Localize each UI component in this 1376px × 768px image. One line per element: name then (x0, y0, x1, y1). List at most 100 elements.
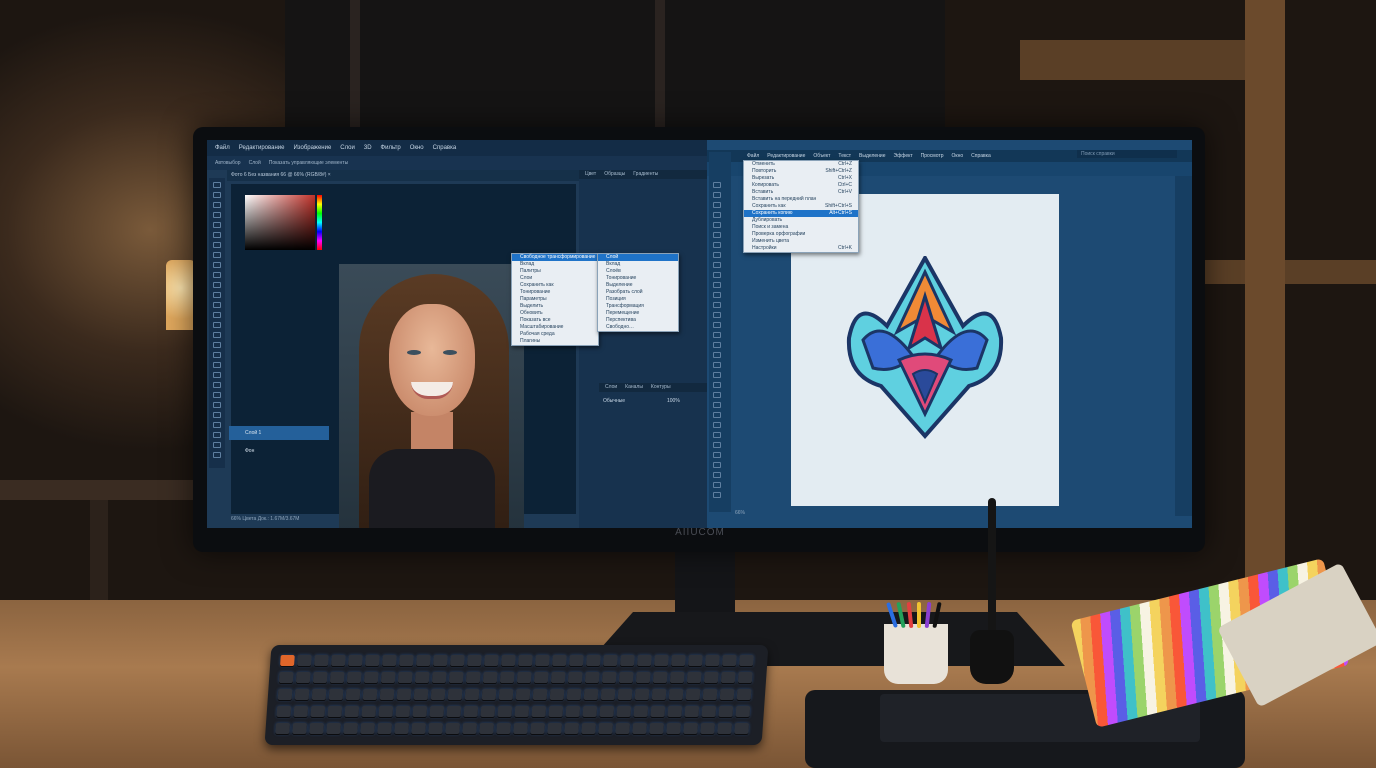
menu-item[interactable]: Окно (410, 145, 424, 151)
hue-slider[interactable] (317, 195, 322, 250)
tool-icon[interactable] (213, 232, 221, 238)
tool-icon[interactable] (713, 352, 721, 358)
menu-item[interactable]: Позиция (598, 296, 678, 303)
menu-item[interactable]: Объект (813, 153, 830, 159)
menu-item[interactable]: Рабочая среда (512, 331, 598, 338)
tool-icon[interactable] (713, 192, 721, 198)
menu-item[interactable]: Выделение (598, 282, 678, 289)
menu-item[interactable]: Вырезать Ctrl+X (744, 175, 858, 182)
tool-icon[interactable] (713, 242, 721, 248)
menu-item[interactable]: Трансформация (598, 303, 678, 310)
menu-item[interactable]: 3D (364, 145, 372, 151)
tool-icon[interactable] (713, 312, 721, 318)
tool-icon[interactable] (213, 392, 221, 398)
menu-item[interactable]: Файл (747, 153, 759, 159)
panel-tab[interactable]: Градиенты (633, 171, 658, 177)
panel-tab[interactable]: Цвет (585, 171, 596, 177)
tool-icon[interactable] (713, 452, 721, 458)
tool-icon[interactable] (213, 242, 221, 248)
tool-icon[interactable] (713, 382, 721, 388)
tool-icon[interactable] (213, 322, 221, 328)
menu-item[interactable]: Проверка орфографии (744, 231, 858, 238)
tool-icon[interactable] (213, 292, 221, 298)
menu-item[interactable]: Вклад (598, 261, 678, 268)
tool-icon[interactable] (713, 342, 721, 348)
menu-item[interactable]: Масштабирование (512, 324, 598, 331)
ps-document-tab[interactable]: Фото 6 Без названия 66 @ 66% (RGB/8#) × (227, 170, 587, 181)
menu-item[interactable]: Изображение (293, 145, 331, 151)
tool-icon[interactable] (713, 202, 721, 208)
menu-item[interactable]: Текст (838, 153, 851, 159)
tool-icon[interactable] (213, 342, 221, 348)
menu-item[interactable]: Вставить Ctrl+V (744, 189, 858, 196)
tool-icon[interactable] (213, 362, 221, 368)
menu-item[interactable]: Сохранить как (512, 282, 598, 289)
option-item[interactable]: Слой (249, 160, 261, 166)
menu-item[interactable]: Повторить Shift+Ctrl+Z (744, 168, 858, 175)
menu-item[interactable]: Показать все (512, 317, 598, 324)
menu-item[interactable]: Тонирование (598, 275, 678, 282)
tool-icon[interactable] (713, 332, 721, 338)
panel-tab[interactable]: Каналы (625, 384, 643, 390)
menu-item[interactable]: Справка (433, 145, 457, 151)
help-search-input[interactable]: Поиск справки (1077, 150, 1177, 158)
tool-icon[interactable] (713, 362, 721, 368)
tool-icon[interactable] (713, 422, 721, 428)
menu-item[interactable]: Перспектива (598, 317, 678, 324)
tool-icon[interactable] (713, 472, 721, 478)
menu-item[interactable]: Слои (340, 145, 355, 151)
tool-icon[interactable] (713, 212, 721, 218)
tool-icon[interactable] (713, 432, 721, 438)
menu-item[interactable]: Разобрать слой (598, 289, 678, 296)
tool-icon[interactable] (713, 372, 721, 378)
tool-icon[interactable] (213, 402, 221, 408)
tool-icon[interactable] (713, 442, 721, 448)
tool-icon[interactable] (713, 252, 721, 258)
tool-icon[interactable] (213, 442, 221, 448)
menu-item[interactable]: Копировать Ctrl+C (744, 182, 858, 189)
option-item[interactable]: Автовыбор (215, 160, 241, 166)
tool-icon[interactable] (213, 272, 221, 278)
menu-item[interactable]: Окно (952, 153, 964, 159)
tool-icon[interactable] (713, 492, 721, 498)
panel-tab[interactable]: Образцы (604, 171, 625, 177)
layer-row[interactable]: Слой 1 (229, 426, 329, 440)
menu-item[interactable]: Вклад (512, 261, 598, 268)
tool-icon[interactable] (213, 252, 221, 258)
panel-tab[interactable]: Слои (605, 384, 617, 390)
tool-icon[interactable] (713, 302, 721, 308)
menu-item[interactable]: Файл (215, 145, 230, 151)
menu-item[interactable]: Сохранить копию Alt+Ctrl+S (744, 210, 858, 217)
tool-icon[interactable] (713, 232, 721, 238)
tool-icon[interactable] (213, 412, 221, 418)
tool-icon[interactable] (213, 302, 221, 308)
menu-item[interactable]: Редактирование (767, 153, 805, 159)
tool-icon[interactable] (713, 282, 721, 288)
tool-icon[interactable] (213, 352, 221, 358)
tool-icon[interactable] (213, 182, 221, 188)
menu-item[interactable]: Обновить (512, 310, 598, 317)
tool-icon[interactable] (213, 452, 221, 458)
menu-item[interactable]: Фильтр (381, 145, 401, 151)
tool-icon[interactable] (213, 422, 221, 428)
tool-icon[interactable] (713, 402, 721, 408)
color-panel-tabs[interactable]: Цвет Образцы Градиенты (579, 170, 707, 179)
tool-icon[interactable] (713, 292, 721, 298)
tool-icon[interactable] (213, 282, 221, 288)
menu-item[interactable]: Тонирование (512, 289, 598, 296)
tool-icon[interactable] (213, 212, 221, 218)
menu-item[interactable]: Выделение (859, 153, 886, 159)
menu-item[interactable]: Просмотр (921, 153, 944, 159)
tool-icon[interactable] (713, 322, 721, 328)
tool-icon[interactable] (713, 222, 721, 228)
tool-icon[interactable] (213, 312, 221, 318)
menu-item[interactable]: Перемещение (598, 310, 678, 317)
menu-item[interactable]: Палитры (512, 268, 598, 275)
menu-item[interactable]: Справка (971, 153, 991, 159)
menu-item[interactable]: Выделить (512, 303, 598, 310)
menu-item[interactable]: Изменить цвета (744, 238, 858, 245)
menu-item[interactable]: Эффект (894, 153, 913, 159)
tool-icon[interactable] (213, 202, 221, 208)
tool-icon[interactable] (713, 412, 721, 418)
tool-icon[interactable] (213, 332, 221, 338)
